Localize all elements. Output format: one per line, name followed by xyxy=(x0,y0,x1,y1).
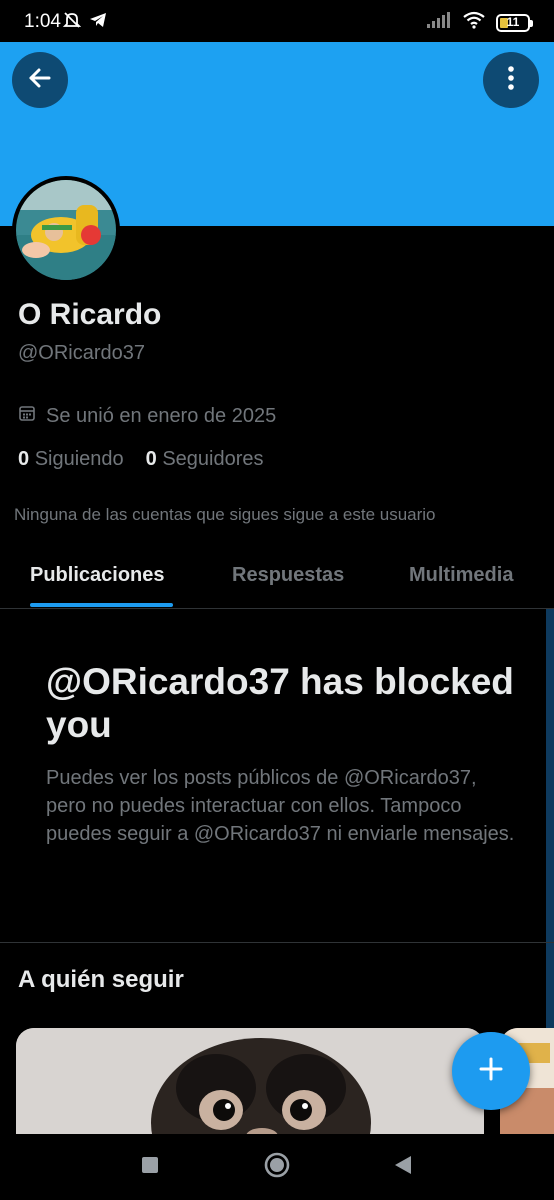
recents-square-icon xyxy=(141,1156,159,1179)
mute-icon xyxy=(62,10,82,35)
avatar-image xyxy=(16,180,116,280)
mutuals-notice: Ninguna de las cuentas que sigues sigue … xyxy=(14,505,436,524)
home-circle-icon xyxy=(263,1151,291,1184)
profile-name: O Ricardo xyxy=(18,298,162,331)
recents-button[interactable] xyxy=(135,1152,165,1182)
back-triangle-icon xyxy=(394,1155,412,1180)
home-button[interactable] xyxy=(262,1152,292,1182)
joined-text: Se unió en enero de 2025 xyxy=(46,404,277,427)
more-options-button[interactable] xyxy=(483,52,539,108)
battery-icon: 11 xyxy=(496,13,533,32)
who-to-follow-title: A quién seguir xyxy=(18,966,184,993)
arrow-left-icon xyxy=(26,64,54,97)
suggestion-card-image xyxy=(16,1028,484,1138)
battery-level: 11 xyxy=(506,14,520,29)
tab-respuestas[interactable]: Respuestas xyxy=(232,564,344,587)
wifi-icon xyxy=(462,11,486,34)
compose-button[interactable] xyxy=(452,1032,530,1110)
calendar-icon xyxy=(18,404,36,428)
avatar[interactable] xyxy=(12,176,120,284)
signal-icon xyxy=(426,11,452,34)
status-time: 1:04 xyxy=(24,11,61,32)
followers-link[interactable]: 0 Seguidores xyxy=(146,448,264,471)
back-button[interactable] xyxy=(12,52,68,108)
section-divider xyxy=(0,942,554,943)
system-nav-bar xyxy=(0,1134,554,1200)
tab-publicaciones[interactable]: Publicaciones xyxy=(30,564,165,587)
status-bar: 1:04 11 xyxy=(0,0,554,42)
followers-count: 0 xyxy=(145,448,157,470)
suggestion-card[interactable] xyxy=(16,1028,484,1138)
blocked-title: @ORicardo37 has blocked you xyxy=(46,661,514,745)
profile-handle: @ORicardo37 xyxy=(18,342,146,364)
plus-icon xyxy=(477,1055,505,1088)
more-vertical-icon xyxy=(507,64,515,97)
blocked-message: Puedes ver los posts públicos de @ORicar… xyxy=(46,767,515,845)
following-label: Siguiendo xyxy=(34,448,124,470)
back-nav-button[interactable] xyxy=(388,1152,418,1182)
profile-tabs: Publicaciones Respuestas Multimedia xyxy=(0,548,554,609)
following-count: 0 xyxy=(18,448,30,470)
follow-counts: 0 Siguiendo 0 Seguidores xyxy=(18,448,264,471)
telegram-icon xyxy=(88,10,108,35)
active-tab-indicator xyxy=(30,603,173,607)
following-link[interactable]: 0 Siguiendo xyxy=(18,448,124,471)
followers-label: Seguidores xyxy=(162,448,264,470)
joined-date: Se unió en enero de 2025 xyxy=(18,404,276,428)
tab-multimedia[interactable]: Multimedia xyxy=(409,564,513,587)
